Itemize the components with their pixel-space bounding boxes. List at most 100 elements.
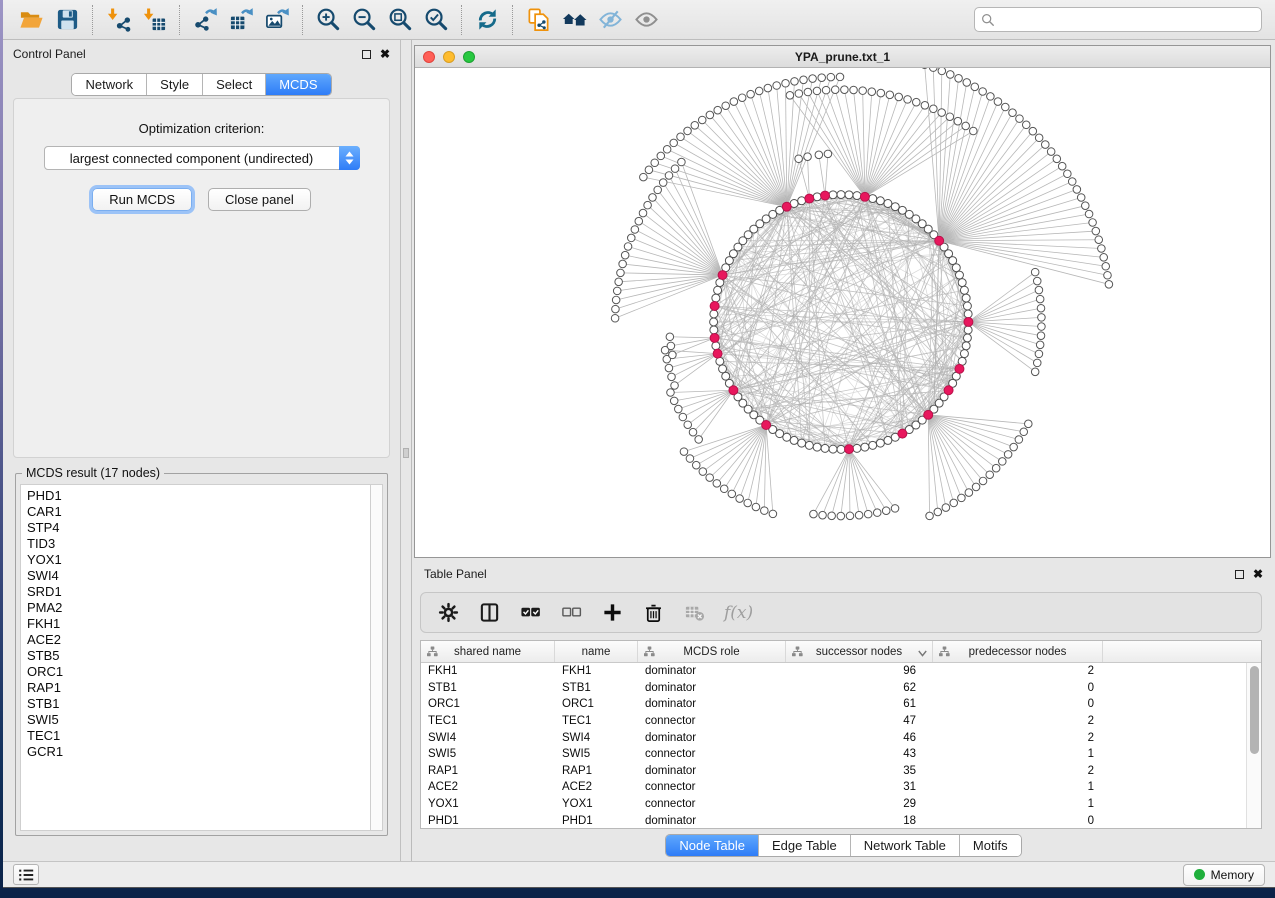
- table-row[interactable]: FKH1FKH1dominator962: [421, 663, 1246, 680]
- mcds-node-item[interactable]: SRD1: [27, 584, 370, 600]
- cell-predecessor_nodes[interactable]: 2: [933, 732, 1103, 744]
- mcds-node-item[interactable]: TEC1: [27, 728, 370, 744]
- zoom-in-icon[interactable]: [310, 4, 346, 36]
- import-table-icon[interactable]: [136, 4, 172, 36]
- memory-button[interactable]: Memory: [1183, 864, 1265, 886]
- cell-name[interactable]: YOX1: [555, 798, 638, 810]
- cell-name[interactable]: ACE2: [555, 781, 638, 793]
- mcds-list-scrollbar[interactable]: [370, 484, 383, 831]
- add-row-icon[interactable]: [601, 602, 623, 624]
- mcds-node-item[interactable]: YOX1: [27, 552, 370, 568]
- tab-network-table[interactable]: Network Table: [851, 835, 960, 856]
- mcds-node-item[interactable]: CAR1: [27, 504, 370, 520]
- show-all-icon[interactable]: [628, 4, 664, 36]
- cell-name[interactable]: TEC1: [555, 715, 638, 727]
- mcds-node-item[interactable]: STB5: [27, 648, 370, 664]
- tab-select[interactable]: Select: [203, 74, 266, 95]
- open-file-icon[interactable]: [13, 4, 49, 36]
- mcds-node-item[interactable]: TID3: [27, 536, 370, 552]
- tab-mcds[interactable]: MCDS: [266, 74, 330, 95]
- cell-mcds_role[interactable]: connector: [638, 798, 786, 810]
- select-all-icon[interactable]: [519, 602, 541, 624]
- network-graph[interactable]: [415, 68, 1270, 557]
- cell-name[interactable]: ORC1: [555, 698, 638, 710]
- cell-successor_nodes[interactable]: 62: [786, 682, 933, 694]
- cell-successor_nodes[interactable]: 47: [786, 715, 933, 727]
- cell-predecessor_nodes[interactable]: 0: [933, 682, 1103, 694]
- delete-row-icon[interactable]: [642, 602, 664, 624]
- cell-name[interactable]: SWI4: [555, 732, 638, 744]
- columns-icon[interactable]: [478, 602, 500, 624]
- mcds-node-item[interactable]: RAP1: [27, 680, 370, 696]
- mcds-node-item[interactable]: SWI5: [27, 712, 370, 728]
- settings-icon[interactable]: [437, 602, 459, 624]
- cell-name[interactable]: RAP1: [555, 765, 638, 777]
- panel-list-button[interactable]: [13, 864, 39, 885]
- column-header-MCDS-role[interactable]: MCDS role: [638, 641, 786, 662]
- table-row[interactable]: TEC1TEC1connector472: [421, 713, 1246, 730]
- cell-shared_name[interactable]: RAP1: [421, 765, 555, 777]
- table-row[interactable]: ORC1ORC1dominator610: [421, 696, 1246, 713]
- cell-shared_name[interactable]: SWI4: [421, 732, 555, 744]
- cell-shared_name[interactable]: SWI5: [421, 748, 555, 760]
- cell-mcds_role[interactable]: dominator: [638, 682, 786, 694]
- float-table-panel-icon[interactable]: [1235, 570, 1244, 579]
- cell-successor_nodes[interactable]: 18: [786, 815, 933, 827]
- tab-network[interactable]: Network: [72, 74, 147, 95]
- splitter-grip[interactable]: [403, 448, 409, 458]
- mcds-result-list[interactable]: PHD1CAR1STP4TID3YOX1SWI4SRD1PMA2FKH1ACE2…: [20, 484, 370, 831]
- table-scrollbar[interactable]: [1246, 663, 1261, 828]
- cell-predecessor_nodes[interactable]: 2: [933, 765, 1103, 777]
- cell-successor_nodes[interactable]: 31: [786, 781, 933, 793]
- cell-mcds_role[interactable]: dominator: [638, 665, 786, 677]
- table-row[interactable]: STB1STB1dominator620: [421, 680, 1246, 697]
- cell-predecessor_nodes[interactable]: 1: [933, 798, 1103, 810]
- tab-style[interactable]: Style: [147, 74, 203, 95]
- network-canvas[interactable]: [415, 68, 1270, 557]
- cell-predecessor_nodes[interactable]: 2: [933, 665, 1103, 677]
- table-row[interactable]: SWI5SWI5connector431: [421, 746, 1246, 763]
- cell-predecessor_nodes[interactable]: 0: [933, 698, 1103, 710]
- export-image-icon[interactable]: [259, 4, 295, 36]
- cell-predecessor_nodes[interactable]: 1: [933, 748, 1103, 760]
- column-header-successor-nodes[interactable]: successor nodes: [786, 641, 933, 662]
- cell-shared_name[interactable]: ACE2: [421, 781, 555, 793]
- cell-successor_nodes[interactable]: 46: [786, 732, 933, 744]
- cell-shared_name[interactable]: YOX1: [421, 798, 555, 810]
- table-row[interactable]: SWI4SWI4dominator462: [421, 729, 1246, 746]
- export-table-icon[interactable]: [223, 4, 259, 36]
- cell-name[interactable]: PHD1: [555, 815, 638, 827]
- mcds-node-item[interactable]: STB1: [27, 696, 370, 712]
- cell-predecessor_nodes[interactable]: 2: [933, 715, 1103, 727]
- cell-successor_nodes[interactable]: 29: [786, 798, 933, 810]
- table-row[interactable]: YOX1YOX1connector291: [421, 796, 1246, 813]
- tab-motifs[interactable]: Motifs: [960, 835, 1021, 856]
- cell-mcds_role[interactable]: dominator: [638, 698, 786, 710]
- mcds-node-item[interactable]: STP4: [27, 520, 370, 536]
- cell-predecessor_nodes[interactable]: 0: [933, 815, 1103, 827]
- first-neighbors-icon[interactable]: [556, 4, 592, 36]
- search-box[interactable]: [974, 7, 1262, 32]
- cell-successor_nodes[interactable]: 35: [786, 765, 933, 777]
- export-network-icon[interactable]: [187, 4, 223, 36]
- mcds-node-item[interactable]: FKH1: [27, 616, 370, 632]
- cell-successor_nodes[interactable]: 96: [786, 665, 933, 677]
- cell-mcds_role[interactable]: connector: [638, 748, 786, 760]
- mcds-node-item[interactable]: ORC1: [27, 664, 370, 680]
- cell-mcds_role[interactable]: dominator: [638, 815, 786, 827]
- cell-name[interactable]: SWI5: [555, 748, 638, 760]
- table-row[interactable]: PHD1PHD1dominator180: [421, 812, 1246, 828]
- mcds-node-item[interactable]: ACE2: [27, 632, 370, 648]
- zoom-out-icon[interactable]: [346, 4, 382, 36]
- import-network-icon[interactable]: [100, 4, 136, 36]
- table-row[interactable]: RAP1RAP1dominator352: [421, 763, 1246, 780]
- cell-mcds_role[interactable]: dominator: [638, 765, 786, 777]
- cell-predecessor_nodes[interactable]: 1: [933, 781, 1103, 793]
- table-row[interactable]: ACE2ACE2connector311: [421, 779, 1246, 796]
- panel-splitter[interactable]: [401, 40, 411, 861]
- tab-edge-table[interactable]: Edge Table: [759, 835, 851, 856]
- criterion-select[interactable]: largest connected component (undirected): [44, 146, 360, 170]
- cell-mcds_role[interactable]: connector: [638, 781, 786, 793]
- duplicate-network-icon[interactable]: [520, 4, 556, 36]
- close-mcds-panel-button[interactable]: Close panel: [208, 188, 311, 211]
